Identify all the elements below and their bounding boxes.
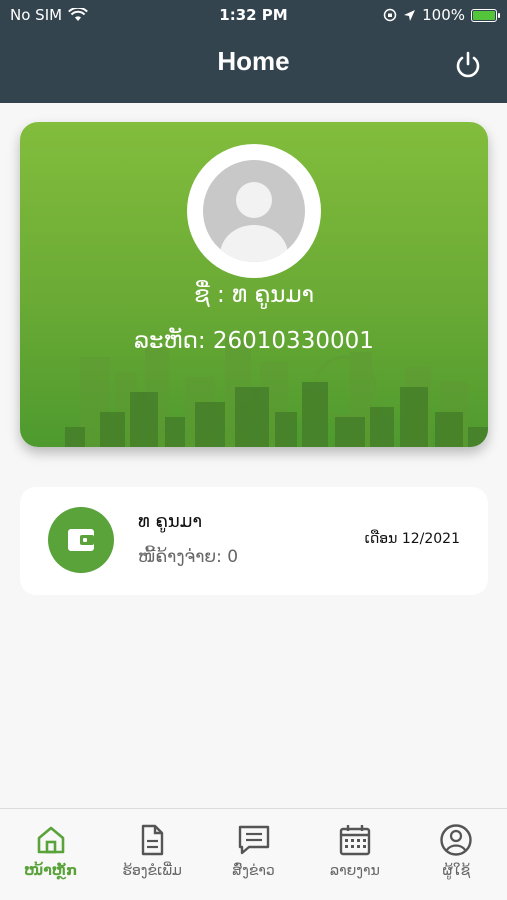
battery-icon xyxy=(471,8,500,22)
tab-message[interactable]: ສົ່ງຂ່າວ xyxy=(203,809,304,900)
tab-request[interactable]: ຮ້ອງຂໍເພີ່ມ xyxy=(101,809,202,900)
wallet-icon xyxy=(48,507,114,573)
document-icon xyxy=(141,824,164,856)
status-right: 100% xyxy=(383,6,500,24)
user-icon xyxy=(440,824,473,856)
profile-name: ຊື່ : ທ ຄູນມາ xyxy=(194,282,314,308)
power-button[interactable] xyxy=(453,50,483,80)
orientation-lock-icon xyxy=(383,8,397,22)
calendar-icon xyxy=(339,825,371,856)
power-icon xyxy=(456,51,480,78)
message-icon xyxy=(238,825,269,855)
battery-percent: 100% xyxy=(422,6,465,24)
debt-customer-name: ທ ຄູນມາ xyxy=(138,511,203,532)
tab-report[interactable]: ລາຍງານ xyxy=(304,809,405,900)
debt-card[interactable]: ທ ຄູນມາ ໜີ້ຄ້າງຈ່າຍ: 0 ເດືອນ 12/2021 xyxy=(20,487,488,595)
tab-user[interactable]: ຜູ້ໃຊ້ xyxy=(406,809,507,900)
tab-request-label: ຮ້ອງຂໍເພີ່ມ xyxy=(122,863,182,879)
tab-home-label: ໜ້າຫຼັກ xyxy=(24,863,78,879)
debt-owed-amount: ໜີ້ຄ້າງຈ່າຍ: 0 xyxy=(138,547,239,567)
status-bar: No SIM 1:32 PM 100% xyxy=(0,0,507,32)
location-arrow-icon xyxy=(404,9,416,21)
profile-card: ຊື່ : ທ ຄູນມາ ລະຫັດ: 26010330001 xyxy=(20,122,488,447)
bottom-tab-bar: ໜ້າຫຼັກ ຮ້ອງຂໍເພີ່ມ ສົ່ງຂ່າວ ລາຍງານ ຜູ້ໃ… xyxy=(0,808,507,900)
tab-report-label: ລາຍງານ xyxy=(330,863,380,879)
page-title: Home xyxy=(217,46,290,76)
home-icon xyxy=(37,826,65,854)
top-bar: No SIM 1:32 PM 100% Home xyxy=(0,0,507,103)
tab-message-label: ສົ່ງຂ່າວ xyxy=(232,863,275,879)
avatar xyxy=(187,144,321,278)
tab-user-label: ຜູ້ໃຊ້ xyxy=(442,863,471,879)
tab-home[interactable]: ໜ້າຫຼັກ xyxy=(0,809,101,900)
profile-code: ລະຫັດ: 26010330001 xyxy=(134,328,374,354)
debt-month: ເດືອນ 12/2021 xyxy=(364,531,460,547)
person-placeholder-icon xyxy=(203,160,305,262)
